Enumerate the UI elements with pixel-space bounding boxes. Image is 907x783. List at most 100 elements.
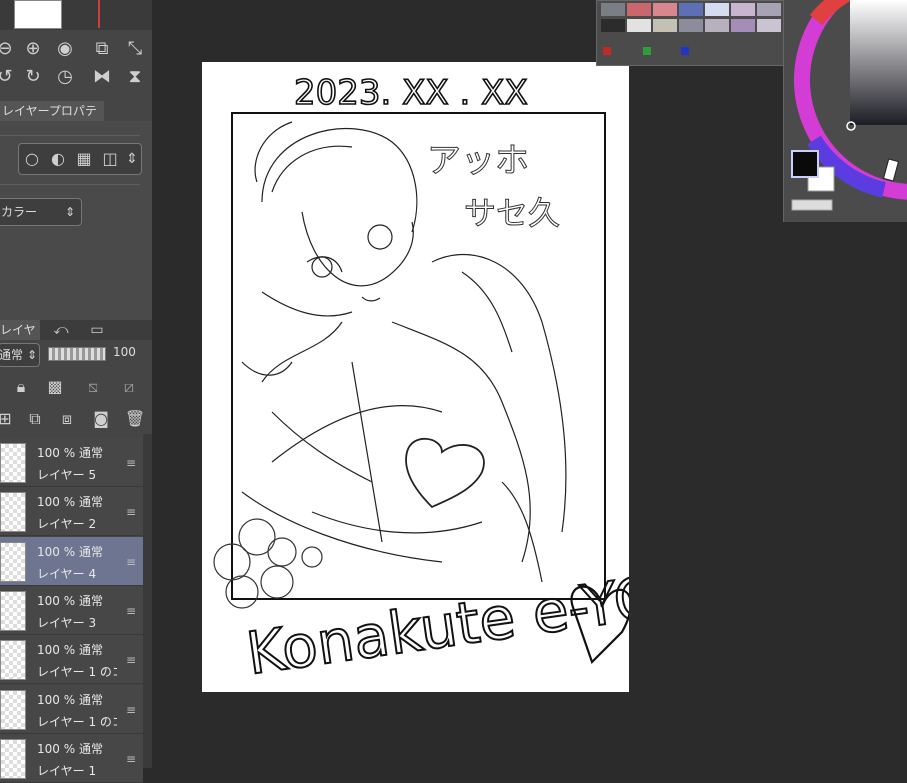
layer-name: レイヤー 2 — [37, 517, 97, 532]
layer-mode: 通常 — [78, 544, 103, 559]
layer-mode: 通常 — [78, 692, 103, 707]
blend-mode-select[interactable]: 通常 ⇕ — [0, 343, 40, 367]
drag-handle-icon[interactable]: ≡ — [126, 604, 136, 618]
zoom-in-icon[interactable]: ⊕ — [22, 38, 44, 60]
layer-opacity: 100 % — [37, 692, 76, 707]
lock-icon[interactable]: 🔒︎ — [10, 376, 32, 398]
palette-swatch[interactable] — [627, 3, 651, 16]
layer-mode: 通常 — [78, 495, 103, 510]
undo-history-icon[interactable]: ⤺ — [50, 320, 72, 342]
drag-handle-icon[interactable]: ≡ — [126, 703, 136, 717]
drag-handle-icon[interactable]: ≡ — [126, 752, 136, 766]
color-wheel-panel — [783, 0, 907, 222]
layer-thumbnail — [0, 541, 26, 582]
flower-doodle — [213, 518, 323, 609]
palette-swatch[interactable] — [627, 19, 651, 32]
drag-handle-icon[interactable]: ≡ — [126, 505, 136, 519]
layer-opacity: 100 % — [37, 544, 76, 559]
tab-layer-property[interactable]: レイヤープロパティ — [0, 101, 104, 138]
layer-row[interactable]: 100 % 通常 レイヤー 5 ≡ — [0, 438, 143, 487]
layer-mode: 通常 — [78, 446, 103, 460]
drag-handle-icon[interactable]: ≡ — [126, 456, 136, 470]
opacity-slider[interactable] — [48, 347, 106, 361]
expression-color-select[interactable]: カラー ⇕ — [0, 198, 82, 226]
opacity-value[interactable]: 100 — [113, 345, 136, 359]
palette-swatch[interactable] — [757, 3, 781, 16]
actual-size-icon[interactable]: ⧉ — [91, 38, 113, 60]
fit-icon[interactable]: ◉ — [54, 38, 76, 60]
chevron-updown-icon: ⇕ — [26, 348, 37, 362]
mask-icon[interactable]: ◙ — [90, 408, 112, 430]
zoom-out-icon[interactable]: ⊖ — [0, 38, 16, 60]
reference-icon[interactable]: ⧄ — [118, 376, 140, 398]
palette-swatch[interactable] — [679, 3, 703, 16]
halftone-icon[interactable]: ▦ — [73, 148, 95, 170]
new-layer-icon[interactable]: ⊞ — [0, 408, 16, 430]
divider — [0, 135, 140, 136]
expression-color-value: カラー — [1, 205, 38, 219]
layer-row[interactable]: 100 % 通常 レイヤー 3 ≡ — [0, 585, 143, 635]
border-effect-icon[interactable]: ○ — [21, 148, 43, 170]
layer-row[interactable]: 100 % 通常 レイヤー 2 ≡ — [0, 487, 143, 537]
layer-name: レイヤー 5 — [37, 468, 97, 482]
frame-border — [231, 112, 606, 600]
hue-handle — [882, 158, 900, 182]
palette-swatch[interactable] — [731, 19, 755, 32]
side-text-1: アッホ — [427, 141, 529, 181]
flip-horizontal-icon[interactable]: ⧓ — [91, 66, 113, 88]
left-panel: ⊖ ⊕ ◉ ⧉ ⤡ ↺ ↻ ◷ ⧓ ⧗ レイヤープロパティ ○ ◐ ▦ ◫ ⇕ … — [0, 0, 152, 783]
tab-layer[interactable]: レイヤー — [0, 320, 40, 357]
flip-vertical-icon[interactable]: ⧗ — [124, 66, 146, 88]
chevron-updown-icon[interactable]: ⇕ — [121, 148, 143, 170]
palette-swatch[interactable] — [601, 3, 625, 16]
reset-rotation-icon[interactable]: ◷ — [54, 66, 76, 88]
drag-handle-icon[interactable]: ≡ — [126, 555, 136, 569]
layer-row[interactable]: 100 % 通常 レイヤー 4 ≡ — [0, 536, 143, 586]
navigator-thumbnail[interactable] — [14, 0, 62, 29]
layer-opacity-mode: 100 % 通常 — [37, 691, 103, 708]
rotate-right-icon[interactable]: ↻ — [22, 66, 44, 88]
layer-opacity-mode: 100 % 通常 — [37, 641, 103, 658]
palette-swatch[interactable] — [601, 19, 625, 32]
layer-mode: 通常 — [78, 593, 103, 608]
layer-thumbnail — [0, 492, 26, 533]
layer-name: レイヤー 1 のコピー — [37, 714, 117, 729]
date-text: 2023. XX . XX — [294, 73, 528, 113]
layer-opacity-mode: 100 % 通常 — [37, 740, 103, 757]
character-sketch — [241, 121, 567, 583]
layer-row[interactable]: 100 % 通常レイヤー 1 のコピー ≡ — [0, 684, 143, 734]
palette-swatch[interactable] — [705, 3, 729, 16]
side-text-2: サセ久 — [464, 194, 560, 232]
layer-opacity: 100 % — [37, 643, 76, 658]
merge-down-icon[interactable]: ⧈ — [56, 408, 78, 430]
palette-swatch[interactable] — [731, 3, 755, 16]
layer-mode: 通常 — [78, 643, 103, 658]
lock-transparency-icon[interactable]: ▩ — [44, 376, 66, 398]
layer-color-icon[interactable]: ◫ — [99, 148, 121, 170]
sketch-artwork: 2023. XX . XX アッホ サセ久 Konakute e-YO — [213, 72, 665, 689]
navigator-strip — [0, 0, 152, 30]
animation-icon[interactable]: ▭ — [86, 320, 108, 342]
chevron-updown-icon: ⇕ — [64, 205, 75, 219]
palette-swatch[interactable] — [757, 19, 781, 32]
scrollbar[interactable] — [143, 434, 152, 768]
red-indicator — [603, 47, 611, 55]
drawing-canvas[interactable]: 2023. XX . XX アッホ サセ久 Konakute e-YO — [202, 62, 665, 692]
fit-window-icon[interactable]: ⤡ — [124, 38, 146, 60]
tone-effect-icon[interactable]: ◐ — [47, 148, 69, 170]
trash-icon[interactable]: 🗑︎ — [124, 408, 146, 430]
copy-layer-icon[interactable]: ⧉ — [24, 408, 46, 430]
color-wheel[interactable] — [784, 0, 907, 222]
palette-swatch[interactable] — [653, 3, 677, 16]
layer-row[interactable]: 100 % 通常 レイヤー 1 ≡ — [0, 733, 143, 783]
palette-swatch[interactable] — [653, 19, 677, 32]
palette-swatch[interactable] — [679, 19, 703, 32]
rotate-left-icon[interactable]: ↺ — [0, 66, 16, 88]
layer-row[interactable]: 100 % 通常レイヤー 1 のコピー ≡ — [0, 635, 143, 685]
effect-selector[interactable]: ○ ◐ ▦ ◫ ⇕ — [18, 143, 142, 175]
layer-action-row: ⊞ ⧉ ⧈ ◙ 🗑︎ — [0, 404, 152, 434]
clip-icon[interactable]: ⧅ — [82, 376, 104, 398]
drag-handle-icon[interactable]: ≡ — [126, 653, 136, 667]
palette-swatch[interactable] — [705, 19, 729, 32]
layer-opacity: 100 % — [37, 741, 76, 756]
